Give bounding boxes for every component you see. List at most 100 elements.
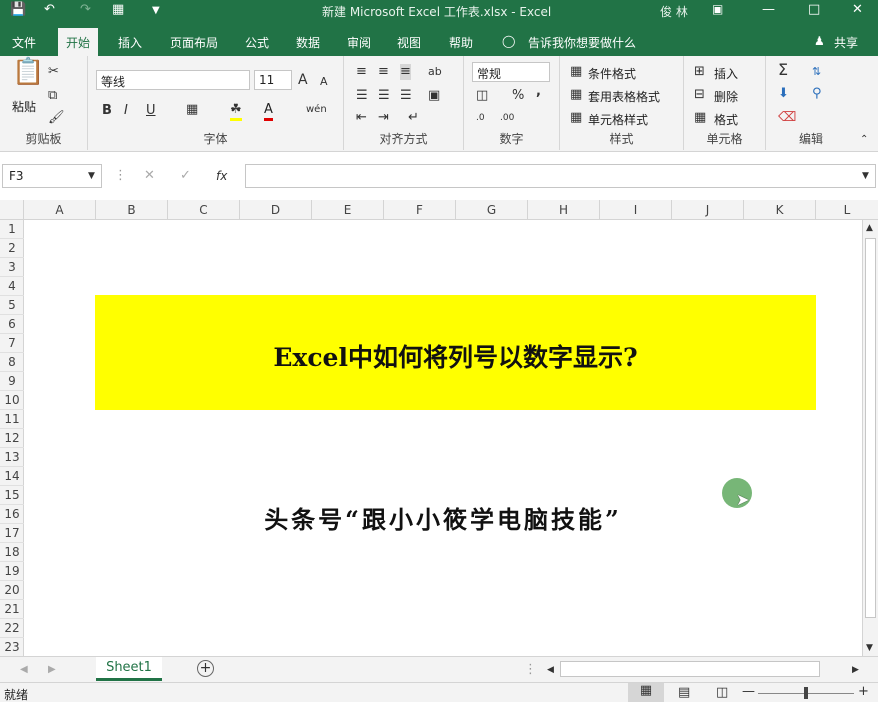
vertical-scroll-thumb[interactable]	[865, 238, 876, 618]
next-sheet-icon[interactable]: ▶	[48, 662, 56, 678]
undo-icon[interactable]: ↶	[44, 2, 55, 17]
column-header[interactable]: E	[312, 200, 384, 220]
column-header[interactable]: B	[96, 200, 168, 220]
column-header[interactable]: A	[24, 200, 96, 220]
align-top-icon[interactable]: ≡	[356, 64, 367, 80]
row-header[interactable]: 17	[0, 524, 24, 543]
row-header[interactable]: 14	[0, 467, 24, 486]
tab-data[interactable]: 数据	[296, 34, 320, 51]
enter-icon[interactable]: ✓	[180, 168, 191, 184]
percent-button[interactable]: %	[512, 88, 524, 104]
italic-button[interactable]: I	[124, 103, 128, 119]
orientation-icon[interactable]: ab	[428, 64, 442, 80]
row-header[interactable]: 6	[0, 315, 24, 334]
column-header[interactable]: L	[816, 200, 878, 220]
column-header[interactable]: F	[384, 200, 456, 220]
collapse-ribbon-icon[interactable]: ⌃	[860, 132, 868, 148]
page-break-view-icon[interactable]: ◫	[716, 685, 728, 701]
row-header[interactable]: 1	[0, 220, 24, 239]
clear-icon[interactable]: ⌫	[778, 110, 796, 126]
row-header[interactable]: 19	[0, 562, 24, 581]
scroll-right-icon[interactable]: ▶	[852, 662, 859, 678]
grow-font-button[interactable]: A	[298, 72, 308, 88]
row-header[interactable]: 21	[0, 600, 24, 619]
row-header[interactable]: 2	[0, 239, 24, 258]
maximize-icon[interactable]: □	[808, 2, 820, 17]
column-header[interactable]: K	[744, 200, 816, 220]
decrease-decimal-icon[interactable]: .00	[500, 110, 514, 126]
tell-me-search[interactable]: 告诉我你想要做什么	[528, 34, 636, 51]
border-icon[interactable]: ▦	[186, 102, 198, 118]
close-icon[interactable]: ✕	[852, 2, 863, 17]
align-middle-icon[interactable]: ≡	[378, 64, 389, 80]
tab-home[interactable]: 开始	[58, 28, 99, 56]
redo-icon[interactable]: ↷	[80, 2, 91, 17]
row-header[interactable]: 20	[0, 581, 24, 600]
prev-sheet-icon[interactable]: ◀	[20, 662, 28, 678]
format-cells-button[interactable]: 格式	[714, 111, 738, 128]
page-layout-view-icon[interactable]: ▤	[678, 685, 690, 701]
touch-mode-icon[interactable]: ▦	[112, 2, 124, 17]
worksheet-grid[interactable]: Excel中如何将列号以数字显示? 头条号“跟小小筱学电脑技能” ➤	[24, 220, 862, 656]
row-header[interactable]: 11	[0, 410, 24, 429]
merge-center-icon[interactable]: ▣	[428, 88, 440, 104]
font-name-select[interactable]: 等线	[96, 70, 250, 90]
row-header[interactable]: 13	[0, 448, 24, 467]
sort-filter-icon[interactable]: ⇅	[812, 64, 821, 80]
phonetic-button[interactable]: wén	[306, 102, 327, 118]
paste-button[interactable]: 粘贴	[12, 98, 36, 115]
column-header[interactable]: H	[528, 200, 600, 220]
zoom-slider-thumb[interactable]	[804, 687, 808, 699]
tab-page-layout[interactable]: 页面布局	[170, 34, 218, 51]
copy-icon[interactable]: ⧉	[48, 88, 57, 104]
zoom-in-icon[interactable]: +	[858, 684, 869, 700]
scroll-left-icon[interactable]: ◀	[547, 662, 554, 678]
underline-button[interactable]: U	[146, 103, 156, 119]
ribbon-display-icon[interactable]: ▣	[712, 2, 723, 16]
delete-cells-button[interactable]: 删除	[714, 88, 738, 105]
horizontal-scroll-thumb[interactable]	[560, 661, 820, 677]
share-button[interactable]: 共享	[834, 34, 858, 51]
cancel-icon[interactable]: ✕	[144, 168, 155, 184]
row-header[interactable]: 23	[0, 638, 24, 657]
format-painter-icon[interactable]: 🖌	[48, 110, 65, 126]
autosum-button[interactable]: Σ	[778, 62, 788, 78]
row-header[interactable]: 7	[0, 334, 24, 353]
column-header[interactable]: D	[240, 200, 312, 220]
align-center-icon[interactable]: ☰	[378, 88, 390, 104]
font-size-select[interactable]: 11	[254, 70, 292, 90]
tab-formulas[interactable]: 公式	[245, 34, 269, 51]
shrink-font-button[interactable]: A	[320, 74, 328, 90]
find-select-icon[interactable]: ⚲	[812, 86, 822, 102]
vertical-scrollbar[interactable]: ▲ ▼	[862, 220, 878, 656]
format-table-button[interactable]: 套用表格格式	[588, 88, 660, 105]
scroll-up-icon[interactable]: ▲	[866, 220, 873, 236]
row-header[interactable]: 8	[0, 353, 24, 372]
row-header[interactable]: 9	[0, 372, 24, 391]
sheet-tab-sheet1[interactable]: Sheet1	[96, 657, 162, 681]
row-header[interactable]: 3	[0, 258, 24, 277]
user-name[interactable]: 俊 林	[660, 3, 688, 20]
accounting-icon[interactable]: ◫	[476, 88, 488, 104]
comma-button[interactable]: ,	[536, 84, 541, 100]
formula-input[interactable]	[245, 164, 876, 188]
column-header[interactable]: I	[600, 200, 672, 220]
number-format-select[interactable]: 常规	[472, 62, 550, 82]
expand-formula-icon[interactable]: ▼	[862, 168, 869, 184]
conditional-format-button[interactable]: 条件格式	[588, 65, 636, 82]
row-header[interactable]: 10	[0, 391, 24, 410]
customize-toolbar-icon[interactable]: ▼	[152, 5, 160, 16]
row-header[interactable]: 12	[0, 429, 24, 448]
font-color-icon[interactable]: A	[264, 102, 273, 121]
tab-review[interactable]: 审阅	[347, 34, 371, 51]
save-icon[interactable]: 💾	[10, 2, 26, 17]
insert-function-button[interactable]: fx	[216, 168, 227, 184]
wrap-text-icon[interactable]: ↵	[408, 110, 419, 126]
column-header[interactable]: J	[672, 200, 744, 220]
column-header[interactable]: C	[168, 200, 240, 220]
tab-insert[interactable]: 插入	[118, 34, 142, 51]
column-header[interactable]: G	[456, 200, 528, 220]
name-box[interactable]: F3	[2, 164, 102, 188]
row-header[interactable]: 18	[0, 543, 24, 562]
bold-button[interactable]: B	[102, 103, 112, 119]
